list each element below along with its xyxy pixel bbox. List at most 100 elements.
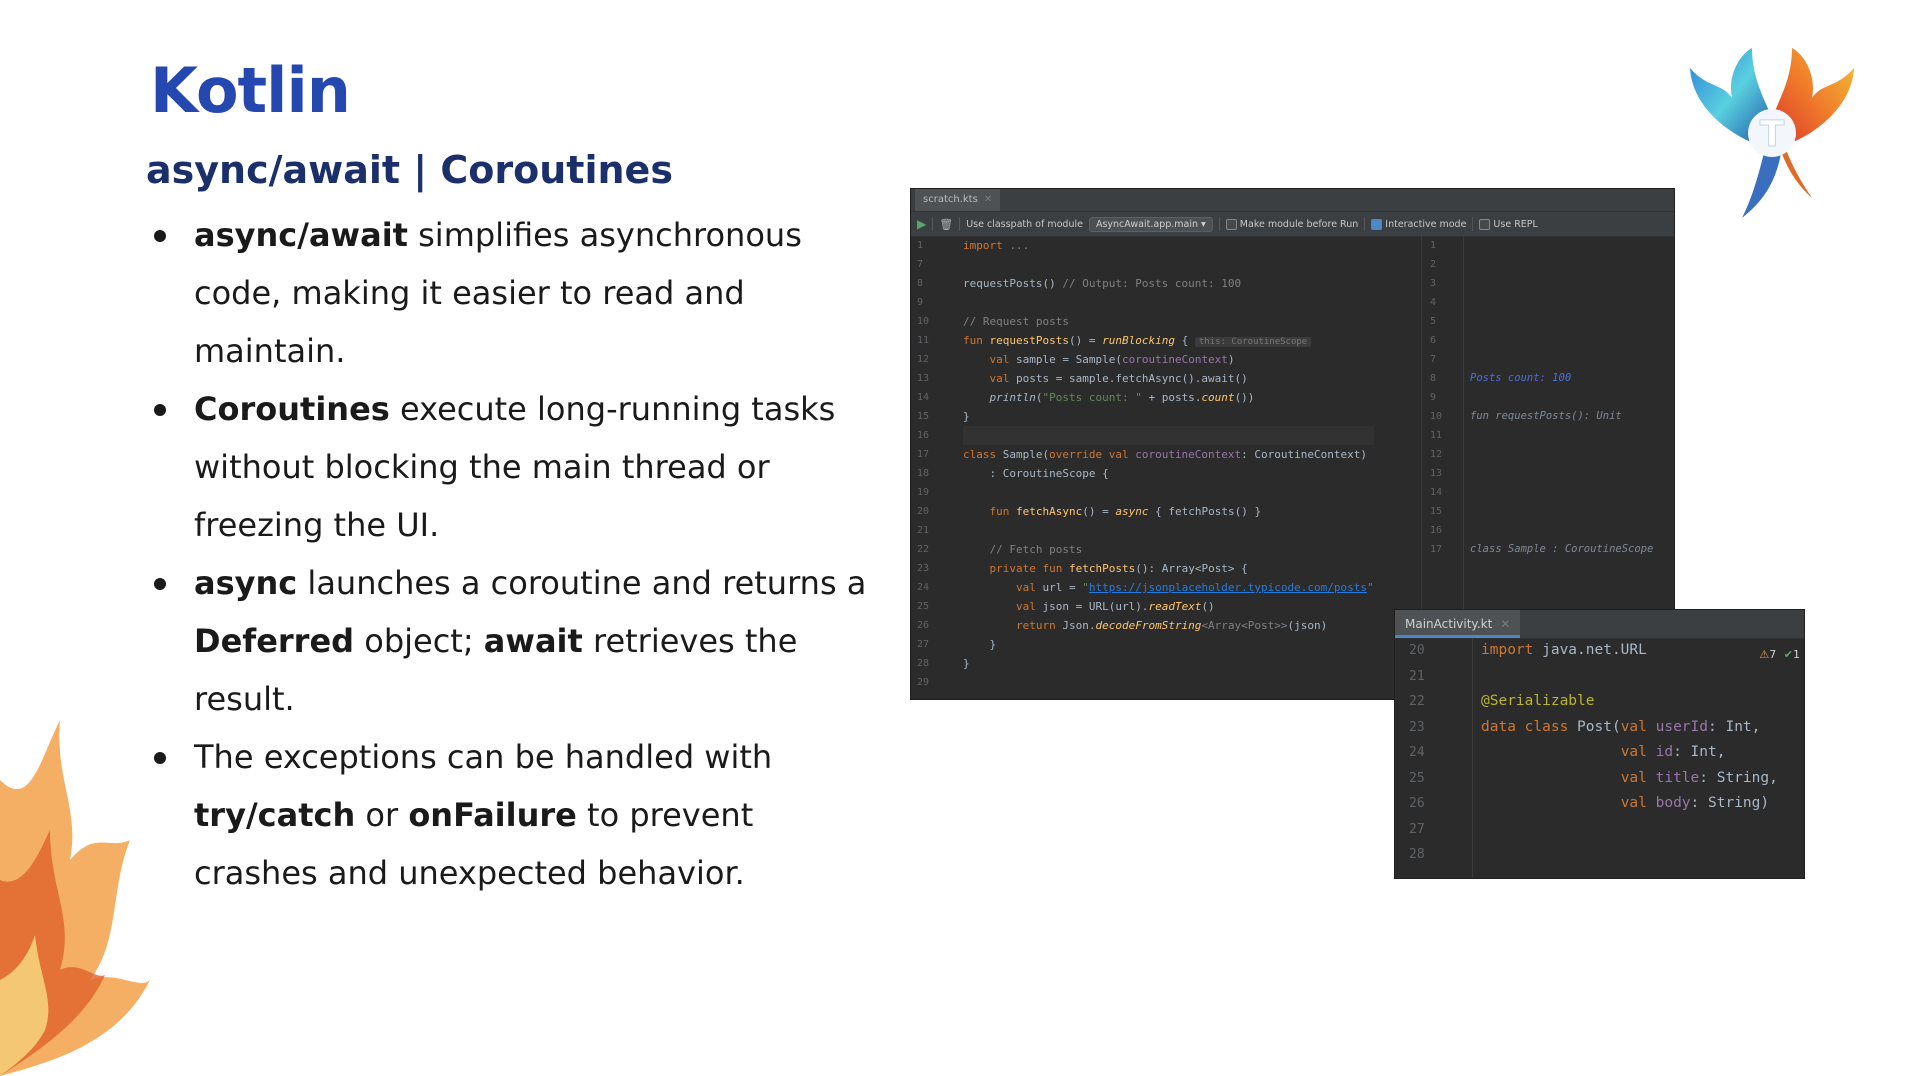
toolbar-divider <box>1218 217 1220 231</box>
code-token: sample = Sample( <box>1016 353 1122 366</box>
code-token: : Int, <box>1673 744 1726 760</box>
line-number: 2 <box>1430 259 1437 270</box>
result-line: Posts count: 100 <box>1470 372 1572 384</box>
result-line <box>1470 255 1653 274</box>
bullet-text: The exceptions can be handled with <box>194 738 773 776</box>
code-token: java.net.URL <box>1542 642 1647 658</box>
code-token: "Posts count: " <box>1042 391 1142 404</box>
code-token: (): Array<Post> { <box>1135 562 1248 575</box>
line-number: 29 <box>917 677 930 688</box>
line-number-gutter: 1 7 8 9 10 11 12 13 14 15 16 17 18 19 20 21 22 23 24 25 26 27… <box>911 236 951 700</box>
line-number: 12 <box>1430 449 1443 460</box>
code-line: // Fetch posts <box>963 540 1374 559</box>
line-number: 22 <box>917 544 930 555</box>
code-token: data class <box>1481 718 1578 735</box>
bullet-bold-text: try/catch <box>194 796 356 834</box>
code-token: : CoroutineScope { <box>963 467 1109 480</box>
code-token: userId <box>1655 718 1708 735</box>
line-number: 20 <box>917 506 930 517</box>
line-number: 20 <box>1409 643 1425 658</box>
code-token: id <box>1655 744 1674 760</box>
code-token: } <box>963 638 997 651</box>
line-number: 5 <box>1430 316 1437 327</box>
close-icon[interactable]: ✕ <box>1500 617 1510 631</box>
code-line: val url = "https://jsonplaceholder.typic… <box>963 578 1374 597</box>
result-line: fun requestPosts(): Unit <box>1470 410 1622 422</box>
line-number: 23 <box>917 563 930 574</box>
bullet-dot-icon <box>154 404 166 416</box>
line-number: 17 <box>1430 544 1443 555</box>
tab-scratch-kts[interactable]: scratch.kts ✕ <box>915 189 1001 211</box>
line-number: 9 <box>1430 392 1437 403</box>
result-line <box>1470 464 1653 483</box>
code-token: val <box>1620 718 1656 735</box>
check-count: 1 <box>1793 648 1800 661</box>
code-line: import ... <box>963 236 1374 255</box>
bullet-bold-text: Deferred <box>194 622 355 660</box>
make-module-label: Make module before Run <box>1239 218 1359 230</box>
result-line <box>1470 445 1653 464</box>
scratch-editor[interactable]: 1 7 8 9 10 11 12 13 14 15 16 17 18 19 20 21 22 23 24 25 26 27… <box>911 236 1421 700</box>
code-token: val <box>1015 581 1043 594</box>
tab-mainactivity-kt[interactable]: MainActivity.kt ✕ <box>1395 610 1521 638</box>
code-token: private fun <box>989 562 1069 575</box>
code-line: val body: String) <box>1481 791 1778 817</box>
line-number: 27 <box>1409 821 1425 837</box>
code-token: val <box>1015 600 1043 613</box>
code-area[interactable]: import ... requestPosts() // Output: Pos… <box>963 236 1374 692</box>
code-token: Post( <box>1577 718 1621 735</box>
use-repl-label: Use REPL <box>1493 218 1538 230</box>
module-value: AsyncAwait.app.main <box>1095 218 1198 230</box>
trash-icon[interactable]: 🗑 <box>939 218 953 231</box>
slide-title: Kotlin <box>150 54 351 127</box>
code-token: ()) <box>1234 391 1255 404</box>
code-line: } <box>963 654 1374 673</box>
code-token: val <box>1620 795 1656 811</box>
line-number: 28 <box>917 658 930 669</box>
result-line <box>1470 293 1653 312</box>
interactive-mode-checkbox[interactable]: Interactive mode <box>1371 218 1466 230</box>
code-line: println("Posts count: " + posts.count()) <box>963 388 1374 407</box>
code-line: private fun fetchPosts(): Array<Post> { <box>963 559 1374 578</box>
code-token: import <box>1481 642 1543 658</box>
code-token: fetchAsync <box>1016 505 1083 518</box>
code-area[interactable]: import java.net.URL @Serializable data cl… <box>1481 638 1778 868</box>
code-line: val sample = Sample(coroutineContext) <box>963 350 1374 369</box>
line-number: 16 <box>917 430 930 441</box>
bullet-item: async/await simplifies asynchronous code… <box>150 206 870 380</box>
line-number: 6 <box>1430 335 1437 346</box>
check-icon: ✔ <box>1783 648 1793 661</box>
code-line: @Serializable <box>1481 689 1778 715</box>
code-line: fun fetchAsync() = async { fetchPosts() … <box>963 502 1374 521</box>
code-line: fun requestPosts() = runBlocking { this:… <box>963 331 1374 350</box>
module-select[interactable]: AsyncAwait.app.main ▾ <box>1088 216 1213 232</box>
line-number: 17 <box>917 449 930 460</box>
code-token: val <box>989 372 1016 385</box>
code-token: : String) <box>1690 795 1770 811</box>
line-number: 1 <box>1430 240 1437 251</box>
run-icon[interactable]: ▶ <box>917 217 926 231</box>
make-module-checkbox[interactable]: Make module before Run <box>1225 218 1359 230</box>
code-token: + posts. <box>1141 391 1202 404</box>
line-number: 7 <box>917 259 924 270</box>
result-line <box>1470 388 1653 407</box>
line-number: 4 <box>1430 297 1437 308</box>
code-line: data class Post(val userId: Int, <box>1481 715 1778 741</box>
slide: Kotlin async/await | Coroutines async/aw… <box>0 0 1916 1076</box>
line-number: 8 <box>1430 373 1437 384</box>
bullet-item: The exceptions can be handled with try/c… <box>150 728 870 902</box>
line-number: 19 <box>917 487 930 498</box>
line-number: 15 <box>917 411 930 422</box>
line-number: 3 <box>1430 278 1437 289</box>
code-line: class Sample(override val coroutineConte… <box>963 445 1374 464</box>
close-icon[interactable]: ✕ <box>984 194 992 205</box>
use-repl-checkbox[interactable]: Use REPL <box>1479 218 1538 230</box>
code-token: async <box>1115 505 1149 518</box>
